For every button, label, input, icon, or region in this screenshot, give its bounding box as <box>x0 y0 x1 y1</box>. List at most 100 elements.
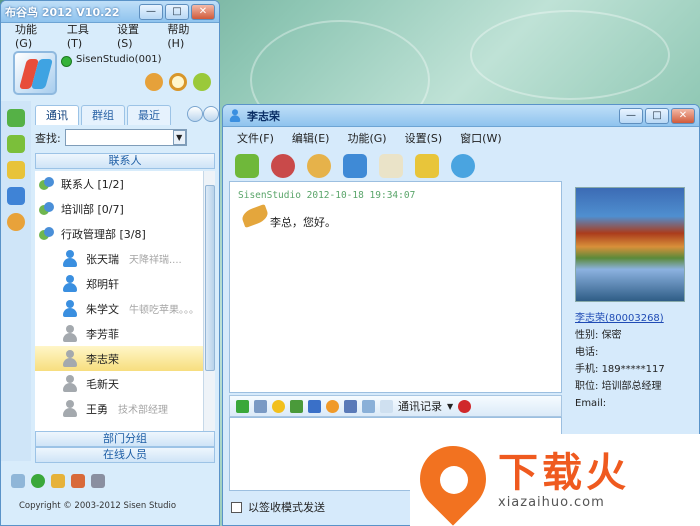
video-icon[interactable] <box>307 154 331 178</box>
minimize-button[interactable]: — <box>139 3 163 20</box>
search-icon[interactable] <box>169 73 187 91</box>
speaker-icon[interactable] <box>11 474 25 488</box>
folder-icon[interactable] <box>362 399 375 413</box>
contact-row-selected[interactable]: 李志荣 <box>35 346 203 371</box>
contacts-side-icon[interactable] <box>7 109 25 127</box>
voice-icon[interactable] <box>271 154 295 178</box>
user-offline-icon <box>62 349 78 368</box>
contact-row[interactable]: 朱学文 牛顿吃苹果。。。 <box>35 296 203 321</box>
menu-edit[interactable]: 编辑(E) <box>292 130 330 146</box>
chat-window-title: 李志荣 <box>247 109 280 123</box>
tab-recent[interactable]: 最近 <box>127 105 171 125</box>
menu-file[interactable]: 文件(F) <box>237 130 274 146</box>
main-bottom-toolbar <box>1 469 219 493</box>
menu-function[interactable]: 功能(G) <box>347 130 386 146</box>
user-icon <box>229 108 241 123</box>
menu-help[interactable]: 帮助(H) <box>167 21 205 50</box>
group-row[interactable]: 培训部 [0/7] <box>35 196 203 221</box>
contact-list-scrollbar[interactable] <box>203 171 215 431</box>
group-label: 行政管理部 [3/8] <box>61 227 146 241</box>
user-online-icon <box>62 299 78 318</box>
contact-row[interactable]: 毛新天 <box>35 371 203 396</box>
close-button[interactable]: ✕ <box>671 107 695 124</box>
info-email: Email: <box>568 395 694 412</box>
section-contacts-header[interactable]: 联系人 <box>35 153 215 169</box>
group-row[interactable]: 联系人 [1/2] <box>35 171 203 196</box>
document-search-icon[interactable] <box>379 154 403 178</box>
chevron-down-icon[interactable]: ▼ <box>447 402 453 411</box>
menu-settings[interactable]: 设置(S) <box>405 130 443 146</box>
forward-icon[interactable] <box>203 106 219 122</box>
chat-titlebar[interactable]: 李志荣 — □ ✕ <box>223 105 699 127</box>
add-contact-icon[interactable] <box>145 73 163 91</box>
watermark-url: xiazaihuo.com <box>498 494 605 510</box>
font-icon[interactable] <box>236 399 249 413</box>
online-status-icon[interactable] <box>61 56 72 67</box>
contact-photo <box>575 187 685 302</box>
groups-side-icon[interactable] <box>7 135 25 153</box>
contact-name: 王勇 <box>86 402 108 416</box>
tab-groups[interactable]: 群组 <box>81 105 125 125</box>
message-history[interactable]: SisenStudio 2012-10-18 19:34:07 李总，您好。 <box>229 181 562 393</box>
watermark: 下载火 xiazaihuo.com <box>410 434 700 526</box>
tab-contacts[interactable]: 通讯 <box>35 105 79 125</box>
menu-settings[interactable]: 设置(S) <box>117 21 153 50</box>
menu-function[interactable]: 功能(G) <box>15 21 53 50</box>
invite-users-icon[interactable] <box>451 154 475 178</box>
side-toolbar <box>1 101 31 461</box>
user-online-icon <box>62 249 78 268</box>
contact-name: 朱学文 <box>86 302 119 316</box>
menu-tools[interactable]: 工具(T) <box>67 21 103 50</box>
notes-side-icon[interactable] <box>7 161 25 179</box>
maximize-button[interactable]: □ <box>645 107 669 124</box>
contact-id-link[interactable]: 李志荣(80003268) <box>575 313 664 324</box>
search-input[interactable] <box>64 129 187 146</box>
history-button[interactable]: 通讯记录 <box>398 398 442 414</box>
chat-toolbar <box>223 149 699 183</box>
file-icon[interactable] <box>71 474 85 488</box>
contact-row[interactable]: 李芳菲 <box>35 321 203 346</box>
main-window: 布谷鸟 2012 V10.22 — □ ✕ 功能(G) 工具(T) 设置(S) … <box>0 0 220 526</box>
contact-signature: 技术部经理 <box>118 405 168 416</box>
scrollbar-thumb[interactable] <box>205 185 215 371</box>
contact-row[interactable]: 王勇 技术部经理 <box>35 396 203 421</box>
chat-buddy-icon[interactable] <box>193 73 211 91</box>
receipt-mode-checkbox[interactable] <box>231 501 242 513</box>
history-icon[interactable] <box>380 399 393 413</box>
add-icon[interactable] <box>31 474 45 488</box>
section-departments-header[interactable]: 部门分组 <box>35 431 215 447</box>
pen-icon[interactable] <box>308 399 321 413</box>
message-manager-icon[interactable] <box>51 474 65 488</box>
close-button[interactable]: ✕ <box>191 3 215 20</box>
shake-icon[interactable] <box>326 399 339 413</box>
remote-desktop-icon[interactable] <box>343 154 367 178</box>
background-leaf <box>470 10 670 100</box>
contact-row[interactable]: 郑明轩 <box>35 271 203 296</box>
watermark-brand: 下载火 <box>498 449 630 496</box>
phone-label: 电话: <box>575 347 599 358</box>
send-image-icon[interactable] <box>344 399 357 413</box>
gender-label: 性别: <box>575 330 599 341</box>
avatar[interactable] <box>13 51 57 95</box>
group-row[interactable]: 行政管理部 [3/8] <box>35 221 203 246</box>
contact-list: 联系人 [1/2] 培训部 [0/7] 行政管理部 [3/8] 张天瑞 天降祥瑞.… <box>35 171 203 431</box>
send-file-icon[interactable] <box>235 154 259 178</box>
minimize-button[interactable]: — <box>619 107 643 124</box>
emoji-icon[interactable] <box>272 399 285 413</box>
contact-signature: 天降祥瑞.... <box>129 255 182 266</box>
screenshot-icon[interactable] <box>290 399 303 413</box>
phone-side-icon[interactable] <box>7 213 25 231</box>
block-icon[interactable] <box>458 399 472 413</box>
maximize-button[interactable]: □ <box>165 3 189 20</box>
contact-row[interactable]: 张天瑞 天降祥瑞.... <box>35 246 203 271</box>
menu-window[interactable]: 窗口(W) <box>460 130 501 146</box>
info-gender: 性别: 保密 <box>568 327 694 344</box>
back-icon[interactable] <box>187 106 203 122</box>
info-side-icon[interactable] <box>7 187 25 205</box>
image-icon[interactable] <box>254 399 267 413</box>
search-dropdown-button[interactable]: ▼ <box>172 130 186 145</box>
app-icon[interactable] <box>91 474 105 488</box>
profile-panel: SisenStudio(001) <box>1 47 219 103</box>
section-online-header[interactable]: 在线人员 <box>35 447 215 463</box>
task-check-icon[interactable] <box>415 154 439 178</box>
